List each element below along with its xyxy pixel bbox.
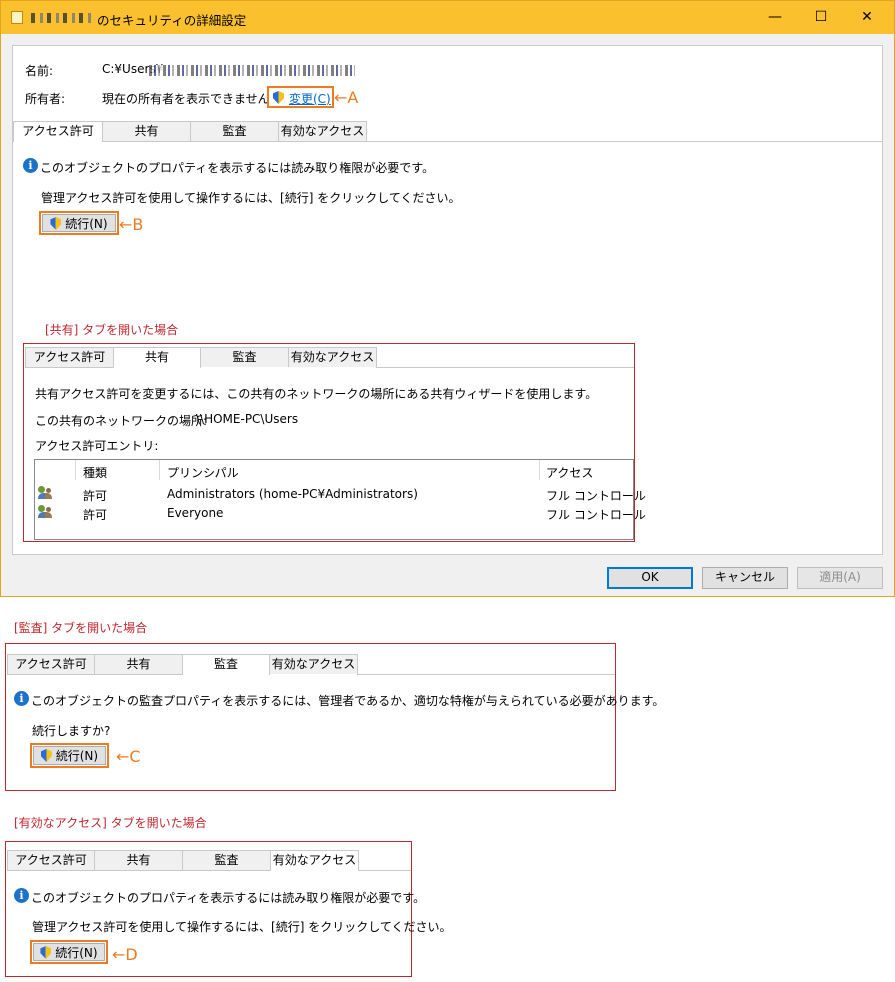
info-icon: i: [14, 691, 29, 706]
ok-button[interactable]: OK: [607, 567, 693, 589]
marker-c: ←C: [116, 747, 141, 766]
audit-tab-strip: アクセス許可 共有 監査 有効なアクセス: [7, 654, 358, 675]
row-type[interactable]: 許可: [83, 506, 107, 523]
tab-effective-access[interactable]: 有効なアクセス: [270, 850, 359, 871]
tab-effective-access[interactable]: 有効なアクセス: [288, 347, 377, 367]
redacted-folder-name: [31, 13, 91, 23]
info-icon: i: [23, 158, 38, 173]
row-access[interactable]: フル コントロール: [546, 487, 646, 504]
share-tab-strip: アクセス許可 共有 監査 有効なアクセス: [25, 347, 377, 368]
tab-divider: [102, 141, 882, 142]
redacted-path: [149, 65, 355, 76]
apply-button[interactable]: 適用(A): [797, 567, 883, 589]
tab-effective-access[interactable]: 有効なアクセス: [269, 654, 358, 674]
column-header-access[interactable]: アクセス: [546, 464, 593, 481]
audit-continue-button[interactable]: 続行(N): [30, 743, 109, 768]
tab-effective-access[interactable]: 有効なアクセス: [278, 121, 367, 141]
change-owner-link[interactable]: 変更(C): [267, 86, 334, 108]
uac-shield-icon: [40, 946, 52, 959]
effective-instruction: 管理アクセス許可を使用して操作するには、[続行] をクリックしてください。: [32, 920, 452, 934]
tab-audit[interactable]: 監査: [182, 850, 271, 870]
access-entries-label: アクセス許可エントリ:: [35, 439, 159, 453]
uac-shield-icon: [273, 91, 284, 104]
marker-b: ←B: [119, 215, 144, 234]
audit-tab-divider-left: [7, 674, 182, 675]
user-group-icon: [38, 505, 54, 518]
tab-audit[interactable]: 監査: [190, 121, 279, 141]
info-icon: i: [14, 888, 29, 903]
continue-label: 続行(N): [55, 749, 99, 763]
share-location-value: \\HOME-PC\Users: [196, 412, 299, 426]
name-label: 名前:: [25, 64, 54, 78]
permissions-continue-button[interactable]: 続行(N): [39, 211, 119, 235]
tab-permissions[interactable]: アクセス許可: [13, 121, 103, 142]
row-type[interactable]: 許可: [83, 487, 107, 504]
tab-permissions[interactable]: アクセス許可: [25, 347, 114, 367]
uac-shield-icon: [40, 749, 52, 762]
effective-caption: [有効なアクセス] タブを開いた場合: [14, 816, 207, 830]
title-bar[interactable]: のセキュリティの詳細設定 — ☐ ✕: [1, 1, 894, 34]
minimize-icon: —: [768, 9, 782, 25]
tab-share[interactable]: 共有: [94, 850, 183, 870]
main-tab-strip: アクセス許可 共有 監査 有効なアクセス: [13, 121, 367, 142]
share-location-label: この共有のネットワークの場所:: [35, 414, 208, 428]
audit-tab-divider: [357, 674, 615, 675]
audit-question: 続行しますか?: [32, 724, 111, 738]
column-header-principal[interactable]: プリンシパル: [167, 464, 239, 481]
tab-share[interactable]: 共有: [113, 347, 201, 368]
audit-caption: [監査] タブを開いた場合: [14, 621, 148, 635]
effective-tab-divider: [358, 870, 411, 871]
tab-share[interactable]: 共有: [102, 121, 191, 141]
close-icon: ✕: [861, 9, 873, 25]
effective-info-text: このオブジェクトのプロパティを表示するには読み取り権限が必要です。: [31, 891, 426, 905]
effective-continue-button[interactable]: 続行(N): [30, 940, 108, 964]
marker-d: ←D: [112, 945, 138, 964]
tab-permissions[interactable]: アクセス許可: [7, 654, 95, 674]
permissions-info-text: このオブジェクトのプロパティを表示するには読み取り権限が必要です。: [40, 161, 435, 175]
row-principal[interactable]: Administrators (home-PC¥Administrators): [167, 487, 418, 501]
share-caption: [共有] タブを開いた場合: [45, 323, 179, 337]
user-group-icon: [38, 486, 54, 499]
row-access[interactable]: フル コントロール: [546, 506, 646, 523]
close-button[interactable]: ✕: [844, 1, 890, 34]
uac-shield-icon: [50, 217, 62, 230]
maximize-button[interactable]: ☐: [798, 1, 844, 34]
row-principal[interactable]: Everyone: [167, 506, 223, 520]
permissions-instruction: 管理アクセス許可を使用して操作するには、[続行] をクリックしてください。: [41, 191, 461, 205]
column-separator: [75, 460, 76, 480]
effective-tab-strip: アクセス許可 共有 監査 有効なアクセス: [7, 850, 359, 871]
share-wizard-text: 共有アクセス許可を変更するには、この共有のネットワークの場所にある共有ウィザード…: [35, 387, 598, 401]
continue-label: 続行(N): [55, 946, 98, 960]
change-owner-label: 変更(C): [289, 92, 331, 106]
window-title: のセキュリティの詳細設定: [97, 13, 247, 28]
folder-icon: [11, 11, 23, 24]
effective-tab-divider-left: [7, 870, 270, 871]
column-header-type[interactable]: 種類: [83, 464, 107, 481]
cancel-button[interactable]: キャンセル: [702, 567, 788, 589]
share-tab-divider: [376, 367, 634, 368]
security-settings-window: のセキュリティの詳細設定 — ☐ ✕ 名前: C:¥Users¥ 所有者: 現在…: [0, 0, 895, 597]
column-separator: [159, 460, 160, 480]
audit-info-text: このオブジェクトの監査プロパティを表示するには、管理者であるか、適切な特権が与え…: [31, 694, 665, 708]
tab-permissions[interactable]: アクセス許可: [7, 850, 95, 870]
tab-audit[interactable]: 監査: [200, 347, 289, 367]
column-separator: [539, 460, 540, 480]
minimize-button[interactable]: —: [752, 1, 798, 34]
continue-label: 続行(N): [65, 217, 108, 231]
tab-share[interactable]: 共有: [94, 654, 183, 674]
owner-label: 所有者:: [25, 92, 66, 106]
maximize-icon: ☐: [814, 9, 828, 25]
tab-audit[interactable]: 監査: [182, 654, 270, 675]
owner-value: 現在の所有者を表示できません。: [102, 92, 282, 106]
marker-a: ←A: [334, 88, 359, 107]
share-tab-divider-left: [25, 367, 113, 368]
